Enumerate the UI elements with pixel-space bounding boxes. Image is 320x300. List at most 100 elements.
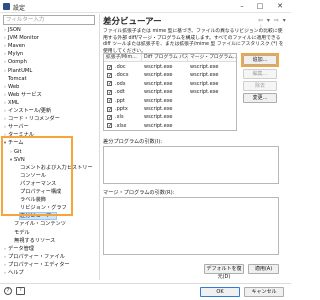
tree-item[interactable]: › プロパティー・エディター bbox=[2, 261, 70, 269]
tree-item[interactable]: › JSON bbox=[2, 27, 21, 34]
tree-item-label: モデル bbox=[14, 229, 30, 236]
tree-item-label: データ管理 bbox=[8, 245, 34, 252]
apply-button[interactable]: 適用(A) bbox=[248, 264, 279, 274]
row-checkbox[interactable]: ✓ bbox=[107, 64, 112, 70]
minimize-button[interactable]: – bbox=[234, 0, 250, 12]
tree-item-label: ヘルプ bbox=[8, 270, 24, 276]
tree-item[interactable]: › Web サービス bbox=[2, 92, 42, 99]
merge-program-cell: wscript.exe bbox=[190, 89, 219, 96]
table-row[interactable]: ✓ .pptx wscript.exe bbox=[104, 105, 236, 113]
table-row[interactable]: ✓ .ods wscript.exe wscript.exe bbox=[104, 80, 236, 88]
tree-item[interactable]: › XML bbox=[2, 100, 19, 107]
tree-item[interactable]: › Oomph bbox=[2, 59, 27, 66]
extension-cell: .docx bbox=[115, 72, 129, 79]
window-title: 設定 bbox=[13, 5, 26, 12]
extension-table[interactable]: 拡張子/Mim... Diff プログラム パス マージ・プログラム... ✓.… bbox=[103, 53, 237, 131]
merge-program-cell bbox=[190, 122, 236, 130]
tree-item-label: コード・リコメンダー bbox=[8, 116, 60, 123]
tree-item[interactable]: › データ管理 bbox=[2, 246, 34, 253]
row-checkbox[interactable]: ✓ bbox=[107, 98, 112, 104]
page-description: ファイル拡張子または mime 型に基づき、ファイルの異なるリビジョンの比較に使… bbox=[103, 29, 284, 54]
tree-item-label: Web bbox=[8, 83, 20, 90]
table-row[interactable]: ✓ .xlsx wscript.exe bbox=[104, 122, 236, 130]
merge-args-field[interactable] bbox=[103, 197, 279, 255]
table-row[interactable]: ✓ .doc wscript.exe wscript.exe bbox=[104, 63, 236, 71]
table-row[interactable]: ✓ .odt wscript.exe wscript.exe bbox=[104, 88, 236, 96]
extension-cell: .pptx bbox=[115, 106, 128, 112]
tree-item[interactable]: › プロパティー・ファイル bbox=[2, 254, 65, 261]
column-header-diff[interactable]: Diff プログラム パス bbox=[142, 54, 188, 62]
extension-cell: .xls bbox=[115, 114, 124, 121]
tree-item-label: ファイル・コンテンツ bbox=[14, 221, 66, 228]
tree-item-label: Maven bbox=[8, 43, 26, 50]
title-bar: 設定 – □ ✕ bbox=[0, 0, 291, 13]
table-row[interactable]: ✓ .ppt wscript.exe bbox=[104, 97, 236, 105]
diff-program-cell: wscript.exe bbox=[144, 80, 173, 87]
maximize-button[interactable]: □ bbox=[252, 0, 268, 12]
row-checkbox[interactable]: ✓ bbox=[107, 123, 112, 129]
diff-program-cell: wscript.exe bbox=[144, 72, 173, 79]
diff-program-cell: wscript.exe bbox=[144, 97, 173, 104]
row-checkbox[interactable]: ✓ bbox=[107, 72, 112, 78]
cancel-button[interactable]: キャンセル bbox=[244, 287, 284, 297]
diff-args-label: 差分プログラムの引数(I): bbox=[103, 139, 163, 145]
tree-item[interactable]: ファイル・コンテンツ bbox=[8, 221, 66, 228]
tree-item-label: Web サービス bbox=[8, 91, 42, 98]
diff-program-cell: wscript.exe bbox=[144, 64, 173, 70]
remove-button[interactable]: 除去 bbox=[243, 81, 277, 91]
tree-item[interactable]: › サーバー bbox=[2, 124, 29, 131]
close-button[interactable]: ✕ bbox=[272, 0, 288, 12]
tree-item[interactable]: › ヘルプ bbox=[2, 270, 24, 277]
merge-program-cell: wscript.exe bbox=[190, 80, 219, 87]
tree-item-label: プロパティー・エディター bbox=[8, 261, 70, 268]
tree-item-label: Mylyn bbox=[8, 51, 24, 58]
tree-item[interactable]: › Maven bbox=[2, 43, 25, 50]
filter-input[interactable]: フィルター入力 bbox=[3, 15, 95, 25]
column-header-extension[interactable]: 拡張子/Mim... bbox=[104, 54, 142, 62]
diff-args-field[interactable] bbox=[103, 146, 279, 184]
table-row[interactable]: ✓ .xls wscript.exe bbox=[104, 113, 236, 121]
tree-item[interactable]: › インストール/更新 bbox=[2, 108, 51, 115]
tree-item-label: JVM Monitor bbox=[8, 35, 39, 42]
ok-button[interactable]: OK bbox=[200, 287, 240, 297]
row-checkbox[interactable]: ✓ bbox=[107, 114, 112, 120]
merge-program-cell: wscript.exe bbox=[190, 72, 219, 79]
table-header: 拡張子/Mim... Diff プログラム パス マージ・プログラム... bbox=[104, 54, 236, 62]
tree-item[interactable]: › PlantUML bbox=[2, 68, 32, 75]
tree-item-label: プロパティー・ファイル bbox=[8, 253, 65, 260]
tree-item-label: Oomph bbox=[8, 59, 27, 66]
table-row[interactable]: ✓ .docx wscript.exe wscript.exe bbox=[104, 71, 236, 79]
tree-item[interactable]: › Web bbox=[2, 84, 19, 91]
merge-program-cell: wscript.exe bbox=[190, 64, 219, 70]
diff-program-cell: wscript.exe bbox=[144, 89, 173, 96]
tree-item[interactable]: › コード・リコメンダー bbox=[2, 116, 60, 123]
extension-cell: .odt bbox=[115, 89, 125, 96]
tree-item-label: 無視するリソース bbox=[14, 237, 56, 244]
merge-args-label: マージ・プログラムの引数(R): bbox=[103, 190, 175, 196]
row-checkbox[interactable]: ✓ bbox=[107, 81, 112, 87]
page-title: 差分ビューアー bbox=[103, 17, 162, 27]
extension-cell: .ppt bbox=[115, 97, 125, 104]
app-icon bbox=[3, 3, 10, 10]
merge-program-cell bbox=[190, 113, 236, 121]
tree-item-label: サーバー bbox=[8, 124, 29, 131]
extension-cell: .ods bbox=[115, 80, 126, 87]
tree-item[interactable]: 無視するリソース bbox=[8, 238, 55, 245]
help-contents-icon[interactable]: ? bbox=[16, 287, 25, 295]
add-button-highlight bbox=[241, 53, 279, 67]
tree-item[interactable]: モデル bbox=[8, 230, 30, 237]
row-checkbox[interactable]: ✓ bbox=[107, 89, 112, 95]
tree-item[interactable]: › JVM Monitor bbox=[2, 35, 39, 42]
extension-cell: .xlsx bbox=[115, 122, 127, 129]
extension-cell: .doc bbox=[115, 64, 126, 70]
change-button[interactable]: 変更... bbox=[243, 93, 277, 103]
row-checkbox[interactable]: ✓ bbox=[107, 106, 112, 112]
column-header-merge[interactable]: マージ・プログラム... bbox=[188, 54, 236, 62]
help-icon[interactable]: ? bbox=[4, 287, 12, 295]
restore-defaults-button[interactable]: デフォルトを復元(D) bbox=[204, 264, 244, 280]
edit-button[interactable]: 編集... bbox=[243, 69, 277, 79]
tree-item[interactable]: Tomcat bbox=[2, 76, 27, 83]
tree-item-label: インストール/更新 bbox=[8, 108, 52, 114]
tree-item[interactable]: › Mylyn bbox=[2, 51, 23, 58]
tree-highlight-box bbox=[1, 136, 73, 216]
